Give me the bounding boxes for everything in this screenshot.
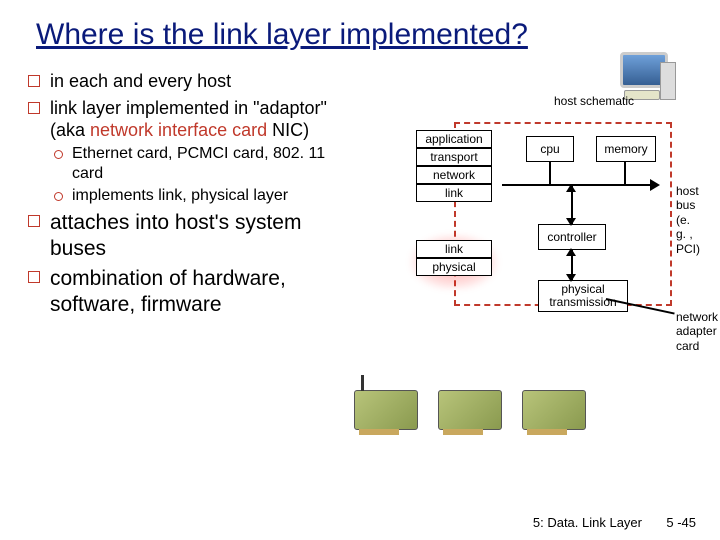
arrow-up-icon: [566, 184, 576, 192]
bus-line: [502, 184, 652, 186]
arrow-down-icon: [566, 218, 576, 226]
controller-box: controller: [538, 224, 606, 250]
bullet-item: combination of hardware, software, firmw…: [28, 266, 348, 319]
host-box: application transport network link link …: [454, 122, 672, 306]
connector-line: [624, 162, 626, 184]
bullet-item: attaches into host's system buses: [28, 210, 348, 263]
protocol-stack: application transport network link link …: [416, 130, 492, 276]
bullet-text: NIC): [267, 120, 309, 140]
stack-link-lower: link: [416, 240, 492, 258]
cpu-box: cpu: [526, 136, 574, 162]
slide-body: in each and every host link layer implem…: [28, 70, 692, 323]
ethernet-card-icon: [438, 390, 502, 430]
nic-card-images: [354, 390, 586, 430]
bullet-text: in each and every host: [50, 71, 231, 91]
diagram-area: host schematic application transport net…: [354, 70, 692, 323]
pc-card-icon: [522, 390, 586, 430]
footer-chapter: 5: Data. Link Layer: [533, 515, 642, 530]
subbullet-text: implements link, physical layer: [72, 187, 288, 204]
arrow-up-icon: [566, 248, 576, 256]
stack-transport: transport: [416, 148, 492, 166]
bullet-text: attaches into host's system buses: [50, 211, 301, 260]
footer-page: 5 -45: [666, 515, 696, 530]
bus-arrowhead-icon: [650, 179, 660, 191]
slide-title: Where is the link layer implemented?: [36, 18, 692, 52]
memory-box: memory: [596, 136, 656, 162]
physical-transmission-box: physical transmission: [538, 280, 628, 312]
stack-physical: physical: [416, 258, 492, 276]
wireless-card-icon: [354, 390, 418, 430]
nic-label: network adapter card: [676, 310, 718, 353]
stack-network: network: [416, 166, 492, 184]
stack-application: application: [416, 130, 492, 148]
bullet-text: combination of hardware, software, firmw…: [50, 267, 286, 316]
host-bus-label: host bus (e. g. , PCI): [676, 184, 700, 256]
arrow-down-icon: [566, 274, 576, 282]
slide: Where is the link layer implemented? in …: [0, 0, 720, 540]
connector-line: [549, 162, 551, 184]
bullet-highlight: network interface card: [90, 120, 267, 140]
bullet-item: link layer implemented in "adaptor" (aka…: [28, 97, 348, 206]
subbullet-text: Ethernet card, PCMCI card, 802. 11 card: [72, 145, 325, 182]
subbullet-item: Ethernet card, PCMCI card, 802. 11 card: [50, 144, 348, 184]
bullet-column: in each and every host link layer implem…: [28, 70, 348, 323]
bullet-item: in each and every host: [28, 70, 348, 93]
subbullet-item: implements link, physical layer: [50, 186, 348, 206]
host-schematic-label: host schematic: [554, 94, 634, 108]
stack-link-upper: link: [416, 184, 492, 202]
